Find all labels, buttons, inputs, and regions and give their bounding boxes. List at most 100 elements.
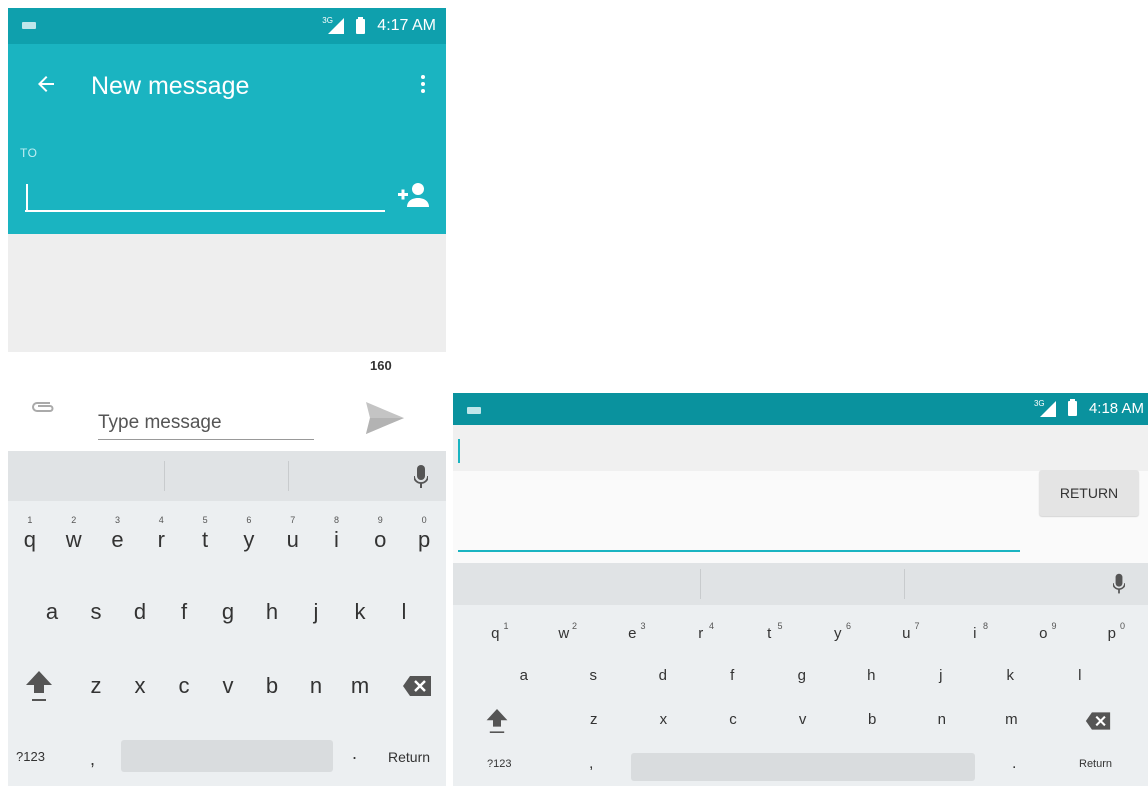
key-label: i (334, 527, 339, 552)
key-e[interactable]: e3 (598, 621, 667, 642)
attach-icon[interactable] (30, 400, 56, 414)
microphone-icon[interactable] (1113, 573, 1125, 595)
key-b[interactable]: b (837, 711, 907, 728)
return-action-button[interactable]: RETURN (1039, 470, 1139, 516)
key-w[interactable]: w2 (52, 515, 96, 553)
overflow-menu-icon[interactable] (418, 72, 428, 96)
key-t[interactable]: t5 (735, 621, 804, 642)
recipient-input[interactable] (25, 174, 385, 212)
key-m[interactable]: m (338, 673, 382, 699)
key-e[interactable]: e3 (96, 515, 140, 553)
key-m[interactable]: m (977, 711, 1047, 728)
shift-key-icon[interactable] (24, 669, 54, 703)
key-label: f (730, 667, 735, 684)
comma-key[interactable]: , (90, 749, 95, 770)
key-p[interactable]: p0 (402, 515, 446, 553)
key-label: o (1039, 625, 1048, 642)
key-j[interactable]: j (294, 599, 338, 625)
key-q[interactable]: q1 (8, 515, 52, 553)
key-n[interactable]: n (907, 711, 977, 728)
period-key[interactable]: . (1012, 755, 1016, 773)
key-label: m (350, 673, 370, 698)
return-key[interactable]: Return (1079, 758, 1112, 770)
comma-key[interactable]: , (589, 755, 593, 773)
key-label: x (659, 711, 668, 728)
key-v[interactable]: v (206, 673, 250, 699)
key-c[interactable]: c (698, 711, 768, 728)
return-key[interactable]: Return (388, 749, 430, 765)
key-a[interactable]: a (30, 599, 74, 625)
key-label: n (937, 711, 946, 728)
key-g[interactable]: g (206, 599, 250, 625)
key-w[interactable]: w2 (530, 621, 599, 642)
key-h[interactable]: h (837, 667, 907, 684)
key-label: g (221, 599, 235, 624)
key-u[interactable]: u7 (872, 621, 941, 642)
key-d[interactable]: d (628, 667, 698, 684)
signal-icon: 3G (1034, 399, 1056, 417)
key-hint: 5 (777, 621, 783, 631)
key-hint: 6 (845, 621, 851, 631)
key-o[interactable]: o9 (1009, 621, 1078, 642)
key-i[interactable]: i8 (941, 621, 1010, 642)
shift-key-icon[interactable] (485, 707, 509, 735)
keyboard-notification-icon (467, 407, 481, 414)
key-hint: 2 (571, 621, 577, 631)
period-key[interactable]: . (352, 743, 357, 764)
message-input[interactable] (98, 406, 314, 440)
microphone-icon[interactable] (414, 465, 428, 489)
symbols-key[interactable]: ?123 (487, 758, 511, 770)
key-l[interactable]: l (1045, 667, 1115, 684)
key-i[interactable]: i8 (315, 515, 359, 553)
space-key[interactable] (631, 753, 975, 781)
backspace-key-icon[interactable] (402, 675, 432, 697)
key-g[interactable]: g (767, 667, 837, 684)
fullscreen-text-input[interactable] (453, 425, 1148, 471)
status-time: 4:17 AM (377, 17, 436, 34)
key-label: v (798, 711, 807, 728)
key-f[interactable]: f (698, 667, 768, 684)
key-c[interactable]: c (162, 673, 206, 699)
key-r[interactable]: r4 (667, 621, 736, 642)
key-y[interactable]: y6 (227, 515, 271, 553)
compose-bar (8, 390, 446, 450)
key-o[interactable]: o9 (358, 515, 402, 553)
key-hint: 6 (246, 515, 252, 525)
key-l[interactable]: l (382, 599, 426, 625)
add-contact-icon[interactable] (396, 181, 430, 207)
key-hint: 8 (333, 515, 339, 525)
key-b[interactable]: b (250, 673, 294, 699)
key-s[interactable]: s (559, 667, 629, 684)
symbols-key[interactable]: ?123 (16, 749, 45, 764)
key-v[interactable]: v (768, 711, 838, 728)
key-k[interactable]: k (976, 667, 1046, 684)
key-r[interactable]: r4 (139, 515, 183, 553)
key-n[interactable]: n (294, 673, 338, 699)
key-z[interactable]: z (74, 673, 118, 699)
key-x[interactable]: x (118, 673, 162, 699)
back-arrow-icon[interactable] (34, 72, 58, 96)
key-t[interactable]: t5 (183, 515, 227, 553)
text-caret (458, 439, 460, 463)
key-a[interactable]: a (489, 667, 559, 684)
space-key[interactable] (121, 740, 333, 772)
key-hint: 1 (503, 621, 509, 631)
key-j[interactable]: j (906, 667, 976, 684)
key-f[interactable]: f (162, 599, 206, 625)
key-u[interactable]: u7 (271, 515, 315, 553)
key-s[interactable]: s (74, 599, 118, 625)
key-x[interactable]: x (629, 711, 699, 728)
key-z[interactable]: z (559, 711, 629, 728)
key-y[interactable]: y6 (804, 621, 873, 642)
key-d[interactable]: d (118, 599, 162, 625)
backspace-key-icon[interactable] (1085, 711, 1111, 731)
key-p[interactable]: p0 (1078, 621, 1147, 642)
key-hint: 0 (1119, 621, 1125, 631)
send-icon[interactable] (364, 400, 406, 436)
key-label: j (939, 667, 943, 684)
key-h[interactable]: h (250, 599, 294, 625)
key-k[interactable]: k (338, 599, 382, 625)
key-q[interactable]: q1 (461, 621, 530, 642)
key-label: l (401, 599, 407, 624)
to-label: TO (20, 146, 38, 160)
